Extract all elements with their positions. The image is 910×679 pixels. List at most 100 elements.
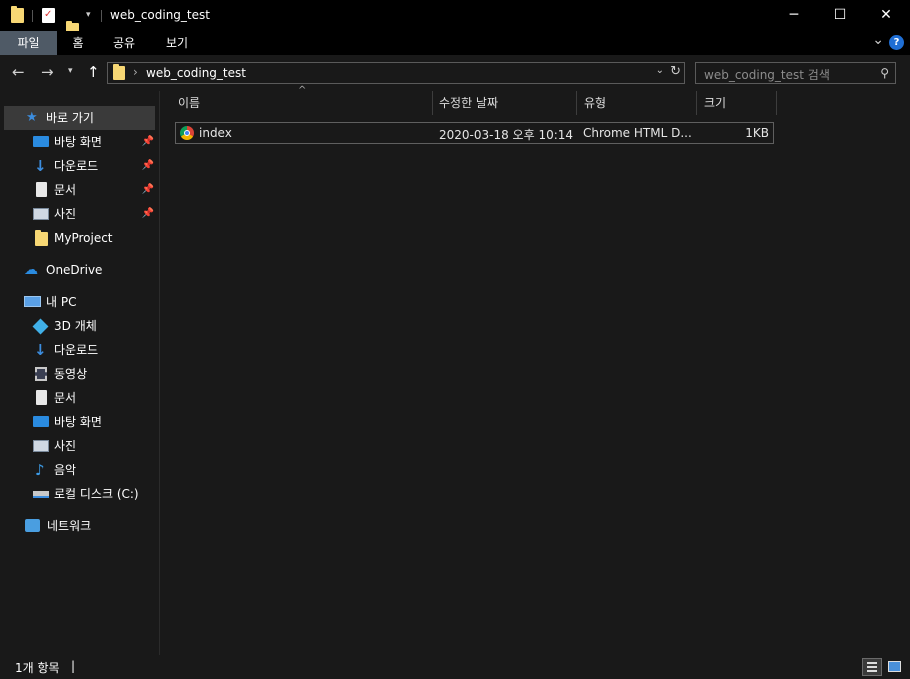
nav-quick-downloads[interactable]: ↓ 다운로드 📌 bbox=[0, 154, 159, 178]
nav-label: 바로 가기 bbox=[46, 111, 94, 125]
chrome-icon bbox=[180, 126, 194, 140]
item-count: 1개 항목 bbox=[15, 661, 60, 675]
nav-label: 바탕 화면 bbox=[54, 135, 102, 149]
folder-icon bbox=[35, 230, 48, 246]
search-box[interactable]: web_coding_test 검색 ⚲ bbox=[695, 62, 896, 84]
nav-label: 음악 bbox=[54, 463, 77, 477]
file-name: index bbox=[199, 126, 232, 140]
nav-pc-videos[interactable]: 동영상 bbox=[0, 362, 159, 386]
column-header-name[interactable]: 이름 bbox=[178, 91, 200, 115]
nav-label: 문서 bbox=[54, 183, 77, 197]
nav-label: 문서 bbox=[54, 391, 77, 405]
nav-pc-pictures[interactable]: 사진 bbox=[0, 434, 159, 458]
tab-home[interactable]: 홈 bbox=[62, 31, 94, 55]
column-divider[interactable] bbox=[576, 91, 577, 115]
nav-quick-desktop[interactable]: 바탕 화면 📌 bbox=[0, 130, 159, 154]
column-divider[interactable] bbox=[432, 91, 433, 115]
nav-pc-desktop[interactable]: 바탕 화면 bbox=[0, 410, 159, 434]
tab-share[interactable]: 공유 bbox=[104, 31, 144, 55]
title-divider bbox=[101, 10, 102, 22]
tab-view[interactable]: 보기 bbox=[157, 31, 197, 55]
file-size: 1KB bbox=[745, 126, 769, 140]
help-icon[interactable]: ? bbox=[889, 35, 904, 50]
nav-pc-3d-objects[interactable]: 3D 개체 bbox=[0, 314, 159, 338]
customize-toolbar-icon[interactable]: ▾ bbox=[86, 10, 91, 20]
close-button[interactable]: ✕ bbox=[863, 0, 909, 31]
recent-locations-icon[interactable]: ▾ bbox=[68, 66, 73, 76]
address-toolbar: ← → ▾ ↑ › web_coding_test ⌄ ↻ web_coding… bbox=[0, 55, 910, 91]
table-row[interactable]: index 2020-03-18 오후 10:14 Chrome HTML D.… bbox=[175, 122, 774, 144]
nav-quick-myproject[interactable]: MyProject bbox=[0, 226, 159, 250]
nav-quick-access[interactable]: ★ 바로 가기 bbox=[4, 106, 155, 130]
file-type: Chrome HTML D... bbox=[583, 126, 692, 140]
nav-label: OneDrive bbox=[46, 263, 103, 277]
file-list: ^ 이름 수정한 날짜 유형 크기 index 2020-03-18 오후 10… bbox=[160, 85, 910, 655]
nav-label: MyProject bbox=[54, 231, 113, 245]
tab-file[interactable]: 파일 bbox=[0, 31, 57, 55]
nav-quick-pictures[interactable]: 사진 📌 bbox=[0, 202, 159, 226]
nav-label: 다운로드 bbox=[54, 159, 99, 173]
address-dropdown-icon[interactable]: ⌄ bbox=[656, 65, 664, 76]
quick-access-divider bbox=[32, 10, 33, 22]
properties-icon[interactable]: ✓ bbox=[42, 8, 55, 23]
desktop-icon bbox=[33, 416, 49, 427]
details-view-icon[interactable] bbox=[862, 658, 882, 676]
cube-icon bbox=[32, 318, 49, 335]
nav-pc-music[interactable]: ♪ 음악 bbox=[0, 458, 159, 482]
nav-label: 다운로드 bbox=[54, 343, 99, 357]
refresh-icon[interactable]: ↻ bbox=[670, 64, 681, 79]
title-bar: ✓ ▾ web_coding_test ─ ☐ ✕ bbox=[0, 0, 910, 38]
computer-icon bbox=[24, 296, 41, 307]
pictures-icon bbox=[33, 440, 49, 452]
ribbon-expand-icon[interactable]: ⌄ bbox=[872, 32, 884, 48]
nav-pc-local-disk[interactable]: 로컬 디스크 (C:) bbox=[0, 482, 159, 506]
minimize-button[interactable]: ─ bbox=[771, 0, 817, 31]
back-arrow-icon[interactable]: ← bbox=[12, 63, 25, 81]
pin-icon: 📌 bbox=[141, 160, 154, 171]
nav-label: 로컬 디스크 (C:) bbox=[54, 487, 139, 501]
column-header-size[interactable]: 크기 bbox=[704, 91, 726, 115]
network-icon bbox=[25, 519, 40, 532]
status-separator: | bbox=[71, 659, 76, 673]
folder-icon bbox=[11, 6, 24, 23]
pin-icon: 📌 bbox=[141, 136, 154, 147]
nav-onedrive[interactable]: ☁ OneDrive bbox=[0, 258, 159, 282]
column-header-type[interactable]: 유형 bbox=[584, 91, 606, 115]
navigation-pane: ★ 바로 가기 바탕 화면 📌 ↓ 다운로드 📌 문서 📌 사진 📌 MyPro… bbox=[0, 91, 159, 655]
pin-icon: 📌 bbox=[141, 184, 154, 195]
document-icon bbox=[36, 182, 47, 197]
desktop-icon bbox=[33, 136, 49, 147]
pictures-icon bbox=[33, 208, 49, 220]
breadcrumb-current[interactable]: web_coding_test bbox=[146, 66, 246, 80]
ribbon-tabs: 파일 홈 공유 보기 ⌄ ? bbox=[0, 31, 910, 55]
sort-ascending-icon: ^ bbox=[298, 85, 307, 96]
cloud-icon: ☁ bbox=[24, 262, 38, 278]
star-icon: ★ bbox=[26, 110, 38, 125]
search-icon[interactable]: ⚲ bbox=[880, 66, 889, 80]
nav-label: 사진 bbox=[54, 439, 77, 453]
nav-pc-documents[interactable]: 문서 bbox=[0, 386, 159, 410]
column-header-modified[interactable]: 수정한 날짜 bbox=[439, 91, 498, 115]
nav-label: 바탕 화면 bbox=[54, 415, 102, 429]
nav-network[interactable]: 네트워크 bbox=[0, 514, 159, 538]
column-divider[interactable] bbox=[776, 91, 777, 115]
column-divider[interactable] bbox=[696, 91, 697, 115]
maximize-button[interactable]: ☐ bbox=[817, 0, 863, 31]
file-modified: 2020-03-18 오후 10:14 bbox=[439, 128, 574, 142]
large-icons-view-icon[interactable] bbox=[885, 658, 905, 676]
download-icon: ↓ bbox=[34, 341, 47, 359]
breadcrumb-chevron-icon[interactable]: › bbox=[133, 65, 138, 79]
download-icon: ↓ bbox=[34, 157, 47, 175]
document-icon bbox=[36, 390, 47, 405]
address-bar[interactable]: › web_coding_test ⌄ ↻ bbox=[107, 62, 685, 84]
nav-label: 3D 개체 bbox=[54, 319, 97, 333]
nav-label: 동영상 bbox=[54, 367, 88, 381]
nav-this-pc[interactable]: 내 PC bbox=[0, 290, 159, 314]
up-arrow-icon[interactable]: ↑ bbox=[87, 63, 100, 81]
nav-quick-documents[interactable]: 문서 📌 bbox=[0, 178, 159, 202]
window-title: web_coding_test bbox=[110, 8, 210, 22]
nav-pc-downloads[interactable]: ↓ 다운로드 bbox=[0, 338, 159, 362]
video-icon bbox=[35, 367, 47, 381]
pin-icon: 📌 bbox=[141, 208, 154, 219]
forward-arrow-icon[interactable]: → bbox=[41, 63, 54, 81]
